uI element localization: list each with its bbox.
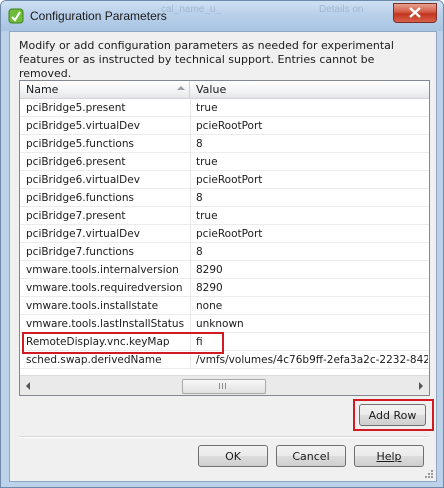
description-text: Modify or add configuration parameters a… (19, 39, 394, 80)
param-value[interactable]: true (196, 153, 428, 171)
param-value[interactable]: 8 (196, 243, 428, 261)
scroll-left-arrow-icon[interactable] (20, 376, 37, 395)
sort-arrow-icon (177, 86, 185, 90)
param-name: pciBridge6.functions (26, 192, 134, 204)
vsphere-app-icon (8, 8, 24, 24)
param-name: vmware.tools.lastInstallStatus (26, 318, 185, 330)
background-ghost-text: Details on (319, 4, 364, 15)
table-row[interactable]: pciBridge5.present true (20, 99, 429, 117)
param-value[interactable]: unknown (196, 315, 428, 333)
param-value[interactable]: 8 (196, 135, 428, 153)
horizontal-scrollbar[interactable] (20, 375, 429, 395)
column-header-value-label: Value (196, 83, 227, 96)
param-name: pciBridge6.virtualDev (26, 174, 140, 186)
table-row[interactable]: pciBridge6.present true (20, 153, 429, 171)
param-value[interactable]: fi (196, 333, 428, 351)
param-value[interactable]: pcieRootPort (196, 225, 428, 243)
add-row-highlight (353, 399, 434, 431)
close-icon (409, 7, 421, 18)
param-name: pciBridge7.present (26, 210, 126, 222)
param-value[interactable]: pcieRootPort (196, 117, 428, 135)
new-row-highlight (22, 332, 224, 354)
column-header-name-label: Name (26, 83, 59, 96)
dialog-client-area: Modify or add configuration parameters a… (9, 31, 437, 482)
resize-grip-icon[interactable] (424, 469, 434, 479)
param-value[interactable]: 8290 (196, 261, 428, 279)
param-value[interactable]: 8290 (196, 279, 428, 297)
param-name: pciBridge5.virtualDev (26, 120, 140, 132)
table-row[interactable]: vmware.tools.installstate none (20, 297, 429, 315)
window-title: Configuration Parameters (30, 9, 167, 23)
column-header-value[interactable]: Value (190, 81, 429, 98)
cancel-button[interactable]: Cancel (276, 445, 346, 467)
configuration-parameters-window: Configuration Parameters cal_name_u_ Det… (0, 0, 444, 488)
param-value[interactable]: true (196, 207, 428, 225)
table-header: Name Value (20, 81, 429, 99)
parameters-table: Name Value pciBridge5.present true pciBri… (19, 80, 430, 396)
param-name: pciBridge5.functions (26, 138, 134, 150)
param-name: vmware.tools.installstate (26, 300, 159, 312)
param-name: vmware.tools.requiredversion (26, 282, 183, 294)
table-row[interactable]: vmware.tools.internalversion 8290 (20, 261, 429, 279)
param-value[interactable]: /vmfs/volumes/4c76b9ff-2efa3a2c-2232-842… (196, 351, 428, 369)
background-ghost-text: cal_name_u_ (161, 4, 222, 15)
divider (19, 436, 429, 438)
param-value[interactable]: pcieRootPort (196, 171, 428, 189)
scrollbar-thumb[interactable] (182, 379, 266, 394)
param-value[interactable]: none (196, 297, 428, 315)
param-name: pciBridge7.functions (26, 246, 134, 258)
help-button[interactable]: Help (354, 445, 424, 467)
table-row[interactable]: pciBridge7.present true (20, 207, 429, 225)
param-value[interactable]: true (196, 99, 428, 117)
table-row[interactable]: pciBridge7.functions 8 (20, 243, 429, 261)
column-header-name[interactable]: Name (20, 81, 190, 98)
table-row[interactable]: pciBridge6.virtualDev pcieRootPort (20, 171, 429, 189)
param-value[interactable]: 8 (196, 189, 428, 207)
ok-button[interactable]: OK (198, 445, 268, 467)
table-row[interactable]: pciBridge7.virtualDev pcieRootPort (20, 225, 429, 243)
scroll-right-arrow-icon[interactable] (412, 376, 429, 395)
title-bar[interactable]: Configuration Parameters cal_name_u_ Det… (1, 1, 443, 31)
close-button[interactable] (393, 3, 437, 23)
param-name: vmware.tools.internalversion (26, 264, 179, 276)
param-name: pciBridge6.present (26, 156, 126, 168)
param-name: pciBridge7.virtualDev (26, 228, 140, 240)
grip-icon (219, 383, 228, 389)
table-row[interactable]: pciBridge6.functions 8 (20, 189, 429, 207)
table-row[interactable]: vmware.tools.requiredversion 8290 (20, 279, 429, 297)
table-row[interactable]: pciBridge5.functions 8 (20, 135, 429, 153)
param-name: pciBridge5.present (26, 102, 126, 114)
table-row[interactable]: pciBridge5.virtualDev pcieRootPort (20, 117, 429, 135)
table-row[interactable]: vmware.tools.lastInstallStatus unknown (20, 315, 429, 333)
